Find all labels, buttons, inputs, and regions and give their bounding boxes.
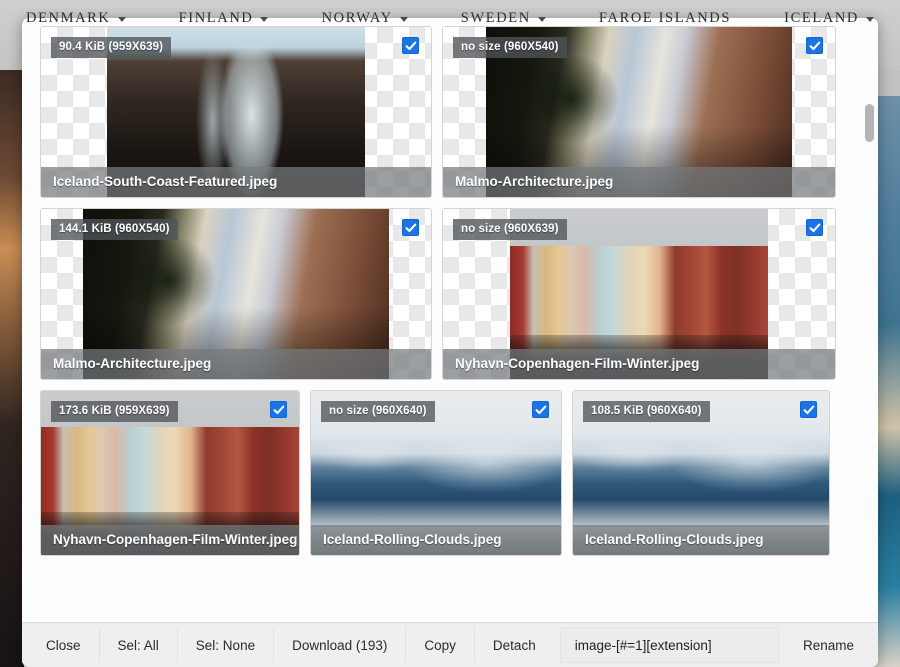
image-grid: Nyhavn-Weekend-Crowds.jpegNyhavn-Weekend… xyxy=(40,18,860,556)
image-filename: Nyhavn-Copenhagen-Film-Winter.jpeg xyxy=(443,349,835,379)
image-card[interactable]: no size (960X639) Nyhavn-Copenhagen-Film-… xyxy=(442,208,836,380)
image-card[interactable]: 108.5 KiB (960X640) Iceland-Rolling-Cloud… xyxy=(572,390,830,556)
image-grid-scroll-area[interactable]: Nyhavn-Weekend-Crowds.jpegNyhavn-Weekend… xyxy=(22,18,878,622)
rename-pattern-input[interactable] xyxy=(560,627,779,663)
vertical-scrollbar[interactable] xyxy=(865,26,874,614)
image-size-badge: no size (960X540) xyxy=(453,37,567,58)
image-size-badge: 173.6 KiB (959X639) xyxy=(51,401,178,422)
image-card[interactable]: no size (960X540) Malmo-Architecture.jpeg xyxy=(442,26,836,198)
image-size-badge: 90.4 KiB (959X639) xyxy=(51,37,171,58)
image-select-checkbox[interactable] xyxy=(806,219,823,236)
nav-item-norway[interactable]: NORWAY xyxy=(322,10,408,27)
image-size-badge: no size (960X639) xyxy=(453,219,567,240)
image-card[interactable]: 144.1 KiB (960X540) Malmo-Architecture.jp… xyxy=(40,208,432,380)
image-select-checkbox[interactable] xyxy=(806,37,823,54)
image-size-badge: no size (960X640) xyxy=(321,401,435,422)
nav-item-denmark[interactable]: DENMARK xyxy=(26,10,126,27)
image-select-checkbox[interactable] xyxy=(402,37,419,54)
nav-item-label: NORWAY xyxy=(322,10,393,27)
site-navigation: DENMARK FINLAND NORWAY SWEDEN FAROE ISLANDS I… xyxy=(0,0,900,36)
detach-button[interactable]: Detach xyxy=(475,627,554,663)
background-photo-left xyxy=(0,70,24,667)
image-card[interactable]: 90.4 KiB (959X639) Iceland-South-Coast-Fe… xyxy=(40,26,432,198)
image-filename: Iceland-Rolling-Clouds.jpeg xyxy=(573,525,829,555)
chevron-down-icon xyxy=(538,17,546,22)
nav-item-finland[interactable]: FINLAND xyxy=(179,10,269,27)
nav-item-label: FAROE ISLANDS xyxy=(599,10,731,27)
chevron-down-icon xyxy=(118,17,126,22)
image-select-checkbox[interactable] xyxy=(402,219,419,236)
image-filename: Iceland-South-Coast-Featured.jpeg xyxy=(41,167,431,197)
select-none-button[interactable]: Sel: None xyxy=(178,627,274,663)
image-filename: Iceland-Rolling-Clouds.jpeg xyxy=(311,525,561,555)
nav-item-sweden[interactable]: SWEDEN xyxy=(461,10,546,27)
nav-item-label: ICELAND xyxy=(784,10,859,27)
image-picker-dialog: Nyhavn-Weekend-Crowds.jpegNyhavn-Weekend… xyxy=(22,18,878,667)
download-button[interactable]: Download (193) xyxy=(274,627,406,663)
select-all-button[interactable]: Sel: All xyxy=(100,627,178,663)
chevron-down-icon xyxy=(866,17,874,22)
copy-button[interactable]: Copy xyxy=(406,627,475,663)
image-filename: Nyhavn-Copenhagen-Film-Winter.jpeg xyxy=(41,525,299,555)
image-size-badge: 108.5 KiB (960X640) xyxy=(583,401,710,422)
image-filename: Malmo-Architecture.jpeg xyxy=(443,167,835,197)
nav-item-label: SWEDEN xyxy=(461,10,531,27)
nav-item-faroe-islands[interactable]: FAROE ISLANDS xyxy=(599,10,731,27)
image-select-checkbox[interactable] xyxy=(532,401,549,418)
image-filename: Malmo-Architecture.jpeg xyxy=(41,349,431,379)
chevron-down-icon xyxy=(260,17,268,22)
nav-item-label: DENMARK xyxy=(26,10,111,27)
close-button[interactable]: Close xyxy=(28,627,100,663)
image-select-checkbox[interactable] xyxy=(270,401,287,418)
rename-button[interactable]: Rename xyxy=(785,627,872,663)
dialog-toolbar: Close Sel: All Sel: None Download (193) … xyxy=(22,622,878,667)
nav-item-iceland[interactable]: ICELAND xyxy=(784,10,874,27)
chevron-down-icon xyxy=(400,17,408,22)
image-select-checkbox[interactable] xyxy=(800,401,817,418)
image-card[interactable]: 173.6 KiB (959X639) Nyhavn-Copenhagen-Fil… xyxy=(40,390,300,556)
image-card[interactable]: no size (960X640) Iceland-Rolling-Clouds.… xyxy=(310,390,562,556)
nav-item-label: FINLAND xyxy=(179,10,254,27)
image-size-badge: 144.1 KiB (960X540) xyxy=(51,219,178,240)
scrollbar-thumb[interactable] xyxy=(865,104,874,142)
